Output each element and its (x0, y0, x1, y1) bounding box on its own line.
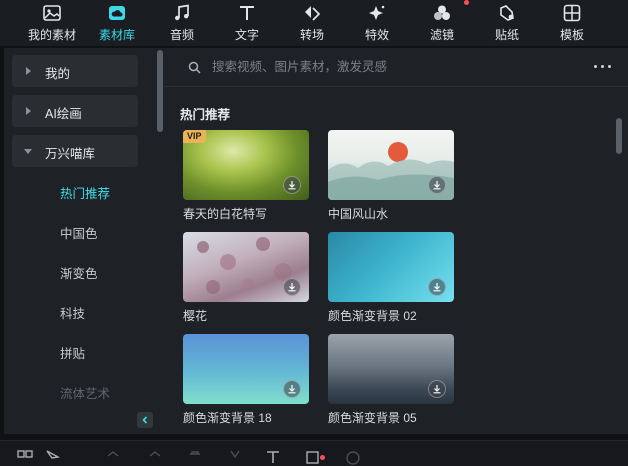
text-t-icon[interactable] (264, 449, 282, 466)
toolbar-label: 转场 (299, 28, 324, 42)
thumbnail-gradient-18 (183, 334, 309, 404)
thumbnail-gradient-05 (328, 334, 454, 404)
sidebar-group-mine[interactable]: 我的 (12, 55, 138, 87)
toolbar-label: 滤镜 (429, 28, 454, 42)
thumbnail-cherry-blossom (183, 232, 309, 302)
sidebar-group-label: 我的 (45, 67, 71, 81)
thumbnail-landscape (328, 130, 454, 200)
sidebar-item-gradients[interactable]: 渐变色 (60, 263, 98, 282)
section-title: 热门推荐 (180, 108, 231, 122)
thumbnail-flowers: VIP (183, 130, 309, 200)
thumbnail-gradient-02 (328, 232, 454, 302)
download-icon[interactable] (428, 176, 446, 194)
toolbar-effects[interactable]: 特效 (349, 0, 405, 46)
sidebar-item-collage[interactable]: 拼贴 (60, 343, 85, 362)
toolbar-label: 音频 (169, 28, 194, 42)
vip-badge: VIP (183, 130, 206, 143)
search-input[interactable] (212, 57, 572, 77)
download-icon[interactable] (283, 278, 301, 296)
toolbar-label: 特效 (364, 28, 389, 42)
cloud-folder-icon (109, 6, 125, 20)
toolbar-label: 素材库 (98, 28, 135, 42)
split-icon[interactable] (226, 449, 244, 466)
template-grid-icon (563, 4, 581, 22)
dot-icon (594, 65, 597, 68)
sidebar-item-hot[interactable]: 热门推荐 (60, 183, 110, 202)
chevron-left-icon (142, 416, 148, 424)
stock-content-panel: 热门推荐 VIP 春天的白花特写 中国风山水 (164, 48, 628, 434)
card-title: 樱花 (183, 309, 208, 323)
sparkle-star-icon (369, 5, 385, 20)
collapse-sidebar-button[interactable] (137, 412, 153, 428)
new-badge-dot (320, 455, 325, 460)
toolbar-label: 我的素材 (27, 28, 76, 42)
toolbar-label: 文字 (234, 28, 259, 42)
dot-icon (601, 65, 604, 68)
transition-arrows-icon (305, 6, 321, 21)
undo-icon[interactable] (104, 449, 122, 466)
sidebar-group-wondershare-library[interactable]: 万兴喵库 (12, 135, 138, 167)
sidebar-item-chinese-colors[interactable]: 中国色 (60, 223, 98, 242)
pointer-icon[interactable] (44, 449, 62, 466)
chevron-right-icon (26, 67, 31, 75)
palette-icon[interactable] (344, 449, 362, 466)
card-title: 春天的白花特写 (183, 207, 268, 221)
sticker-icon (500, 5, 514, 21)
category-sidebar: 我的 AI绘画 万兴喵库 热门推荐 中国色 渐变色 科技 拼贴 流体艺术 (4, 48, 164, 434)
card-title: 颜色渐变背景 05 (328, 411, 417, 425)
download-icon[interactable] (283, 380, 301, 398)
timeline-toolbar (0, 440, 628, 466)
card-title: 中国风山水 (328, 207, 389, 221)
redo-icon[interactable] (146, 449, 164, 466)
dot-icon (608, 65, 611, 68)
chevron-right-icon (26, 107, 31, 115)
filter-circles-icon (434, 5, 450, 20)
more-options-button[interactable] (592, 60, 614, 74)
sidebar-group-label: AI绘画 (45, 107, 82, 121)
toolbar-stock-library[interactable]: 素材库 (89, 0, 145, 46)
toolbar-my-media[interactable]: 我的素材 (24, 0, 80, 46)
card-title: 颜色渐变背景 18 (183, 411, 272, 425)
toolbar-audio[interactable]: 音频 (154, 0, 210, 46)
download-icon[interactable] (283, 176, 301, 194)
card-title: 颜色渐变背景 02 (328, 309, 417, 323)
search-bar (170, 50, 620, 84)
download-icon[interactable] (428, 380, 446, 398)
sidebar-group-label: 万兴喵库 (45, 147, 96, 161)
toolbar-text[interactable]: 文字 (219, 0, 275, 46)
music-note-icon (175, 4, 189, 21)
chevron-down-icon (24, 149, 32, 154)
toolbar-label: 贴纸 (494, 28, 519, 42)
toolbar-templates[interactable]: 模板 (544, 0, 600, 46)
toolbar-label: 模板 (559, 28, 584, 42)
sidebar-group-ai-painting[interactable]: AI绘画 (12, 95, 138, 127)
sidebar-scrollbar[interactable] (157, 50, 163, 132)
search-icon (188, 61, 201, 74)
sidebar-item-fluid-art[interactable]: 流体艺术 (60, 383, 110, 402)
content-scrollbar[interactable] (616, 118, 622, 154)
toolbar-transitions[interactable]: 转场 (284, 0, 340, 46)
top-toolbar: 我的素材 素材库 音频 文字 转场 特效 滤镜 贴纸 模板 (0, 0, 628, 46)
download-icon[interactable] (428, 278, 446, 296)
sidebar-item-tech[interactable]: 科技 (60, 303, 85, 322)
divider (164, 86, 628, 87)
layout-icon[interactable] (16, 449, 34, 466)
new-badge-dot (464, 0, 469, 5)
toolbar-filters[interactable]: 滤镜 (414, 0, 470, 46)
toolbar-stickers[interactable]: 贴纸 (479, 0, 535, 46)
delete-icon[interactable] (186, 449, 204, 466)
image-icon (43, 5, 61, 21)
text-t-icon (240, 6, 254, 20)
